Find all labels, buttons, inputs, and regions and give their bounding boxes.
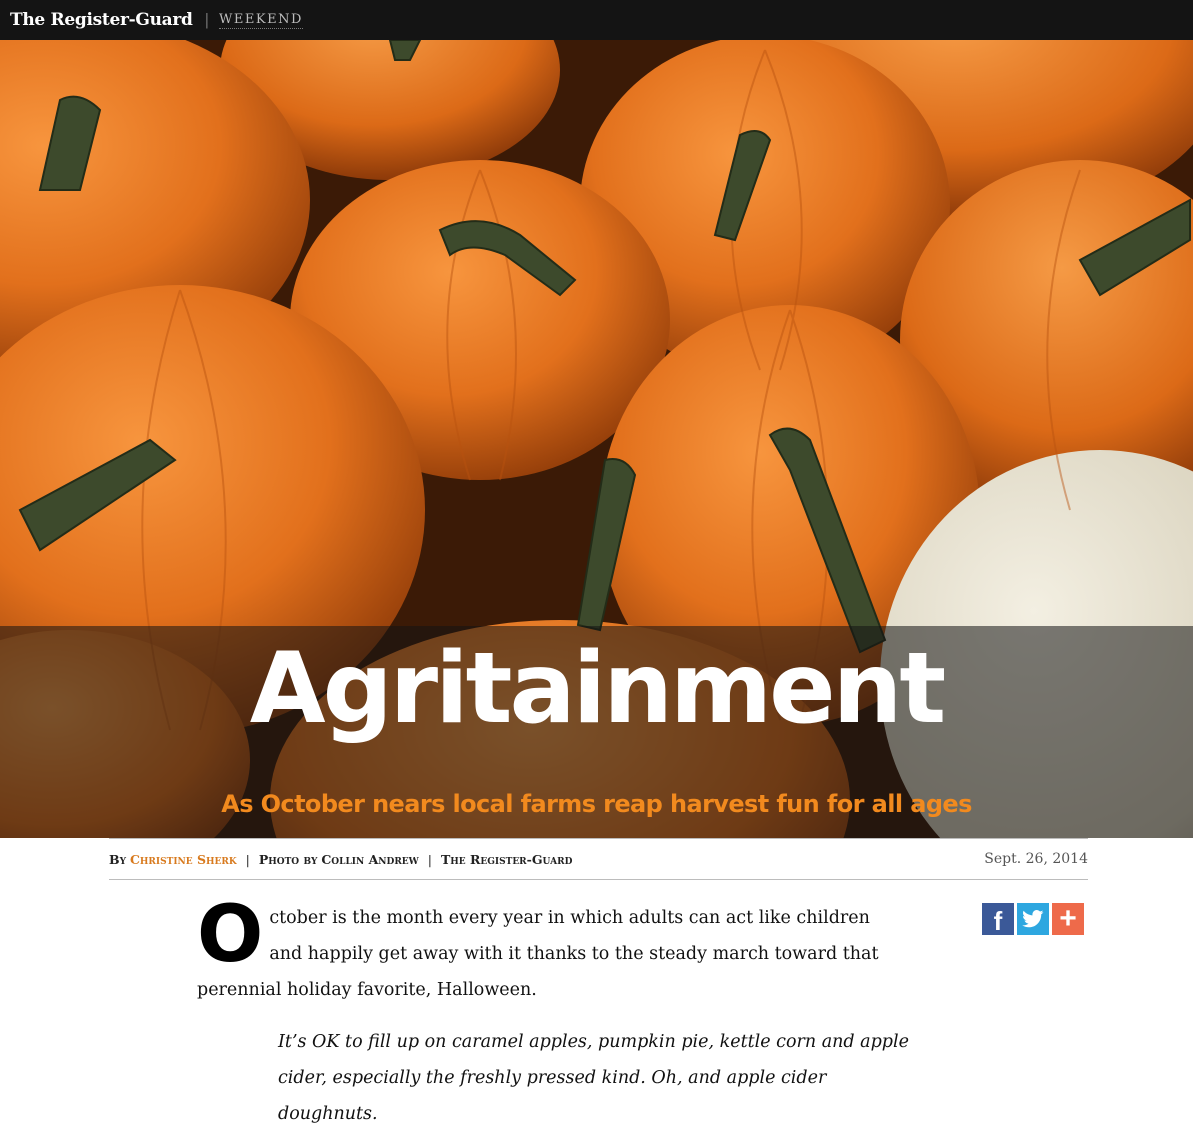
header-separator: |: [204, 10, 210, 29]
twitter-bird-icon: [1022, 910, 1044, 928]
twitter-share-button[interactable]: [1017, 903, 1049, 935]
plus-icon: +: [1059, 902, 1077, 935]
article-lede: October is the month every year in which…: [197, 890, 897, 1008]
share-buttons: f +: [982, 903, 1084, 936]
site-logo[interactable]: The Register-Guard: [10, 10, 193, 30]
photographer-name: Collin Andrew: [321, 851, 419, 867]
section-link-weekend[interactable]: WEEKEND: [219, 12, 303, 29]
publication-name: The Register-Guard: [440, 851, 573, 867]
facebook-share-button[interactable]: f: [982, 903, 1014, 936]
photo-label: Photo by: [258, 851, 318, 867]
top-bar: The Register-Guard | WEEKEND: [0, 0, 1193, 40]
drop-cap: O: [197, 890, 264, 980]
byline-separator: |: [427, 851, 432, 867]
facebook-icon: f: [993, 905, 1003, 936]
byline: By Christine Sherk | Photo by Collin And…: [109, 838, 1088, 880]
credits: By Christine Sherk | Photo by Collin And…: [109, 852, 572, 867]
article-subhead: As October nears local farms reap harves…: [221, 790, 972, 818]
hero-image: Agritainment As October nears local farm…: [0, 40, 1193, 838]
publish-date: Sept. 26, 2014: [984, 851, 1088, 867]
article-headline: Agritainment: [249, 632, 946, 746]
by-label: By: [109, 851, 126, 867]
pull-quote: It’s OK to fill up on caramel apples, pu…: [278, 1032, 909, 1124]
lede-text: ctober is the month every year in which …: [197, 908, 879, 1000]
author-link[interactable]: Christine Sherk: [130, 852, 237, 867]
more-share-button[interactable]: +: [1052, 903, 1084, 935]
byline-separator: |: [245, 851, 250, 867]
